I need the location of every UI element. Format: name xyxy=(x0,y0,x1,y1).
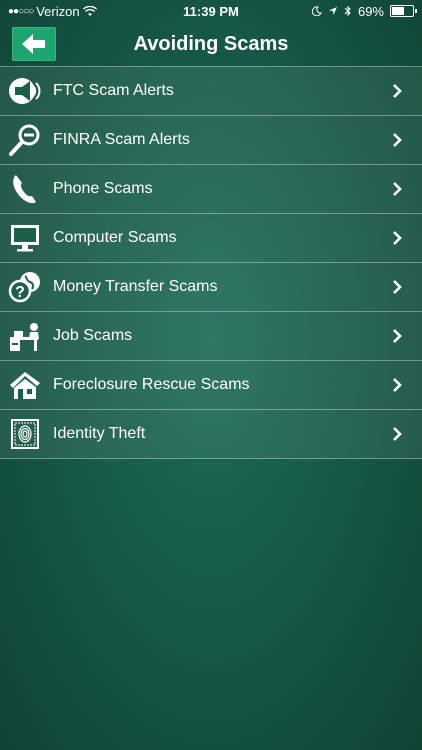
list-item-label: Phone Scams xyxy=(53,180,153,197)
list-item-label: FTC Scam Alerts xyxy=(53,82,174,99)
office-desk-icon xyxy=(6,317,44,355)
battery-percent: 69% xyxy=(357,3,384,19)
list-item-label: Foreclosure Rescue Scams xyxy=(53,376,250,393)
status-left: ●●○○○ Verizon xyxy=(8,4,97,19)
magnifier-minus-icon xyxy=(6,121,44,159)
signal-strength-icon: ●●○○○ xyxy=(8,5,34,17)
list-item-label: Job Scams xyxy=(53,327,133,344)
list-item-label: Computer Scams xyxy=(53,229,177,246)
location-arrow-icon xyxy=(328,7,337,15)
status-bar: ●●○○○ Verizon 11:39 PM 69% xyxy=(0,0,422,22)
status-right: 69% xyxy=(311,3,417,19)
list-item-computer-scams[interactable]: Computer Scams xyxy=(0,214,422,263)
list-item-label: Money Transfer Scams xyxy=(53,278,218,295)
list-item-phone-scams[interactable]: Phone Scams xyxy=(0,165,422,214)
wifi-icon xyxy=(82,5,97,16)
phone-handset-icon xyxy=(6,170,44,208)
back-button[interactable] xyxy=(12,27,56,61)
chevron-right-icon xyxy=(393,231,402,245)
battery-icon xyxy=(390,5,417,17)
chevron-right-icon xyxy=(393,280,402,294)
scam-list: FTC Scam Alerts FINRA Scam Alerts Phone … xyxy=(0,66,422,459)
computer-monitor-icon xyxy=(6,219,44,257)
list-item-identity-theft[interactable]: Identity Theft xyxy=(0,410,422,459)
nav-bar: Avoiding Scams xyxy=(0,22,422,66)
house-icon xyxy=(6,366,44,404)
list-item-foreclosure-rescue-scams[interactable]: Foreclosure Rescue Scams xyxy=(0,361,422,410)
list-item-money-transfer-scams[interactable]: ? Money Transfer Scams xyxy=(0,263,422,312)
chevron-right-icon xyxy=(393,133,402,147)
chevron-right-icon xyxy=(393,84,402,98)
chevron-right-icon xyxy=(393,329,402,343)
megaphone-icon xyxy=(6,72,44,110)
carrier-label: Verizon xyxy=(36,3,80,19)
page-title: Avoiding Scams xyxy=(133,32,289,55)
moon-icon xyxy=(311,6,322,16)
bluetooth-icon xyxy=(344,5,351,17)
chevron-right-icon xyxy=(393,182,402,196)
chevron-right-icon xyxy=(393,378,402,392)
list-item-label: Identity Theft xyxy=(53,425,146,442)
list-item-finra-scam-alerts[interactable]: FINRA Scam Alerts xyxy=(0,116,422,165)
fingerprint-icon xyxy=(6,415,44,453)
back-arrow-icon xyxy=(22,34,45,54)
svg-text:?: ? xyxy=(15,284,25,301)
question-globe-icon: ? xyxy=(6,268,44,306)
list-item-ftc-scam-alerts[interactable]: FTC Scam Alerts xyxy=(0,66,422,116)
chevron-right-icon xyxy=(393,427,402,441)
list-item-job-scams[interactable]: Job Scams xyxy=(0,312,422,361)
list-item-label: FINRA Scam Alerts xyxy=(53,131,190,148)
